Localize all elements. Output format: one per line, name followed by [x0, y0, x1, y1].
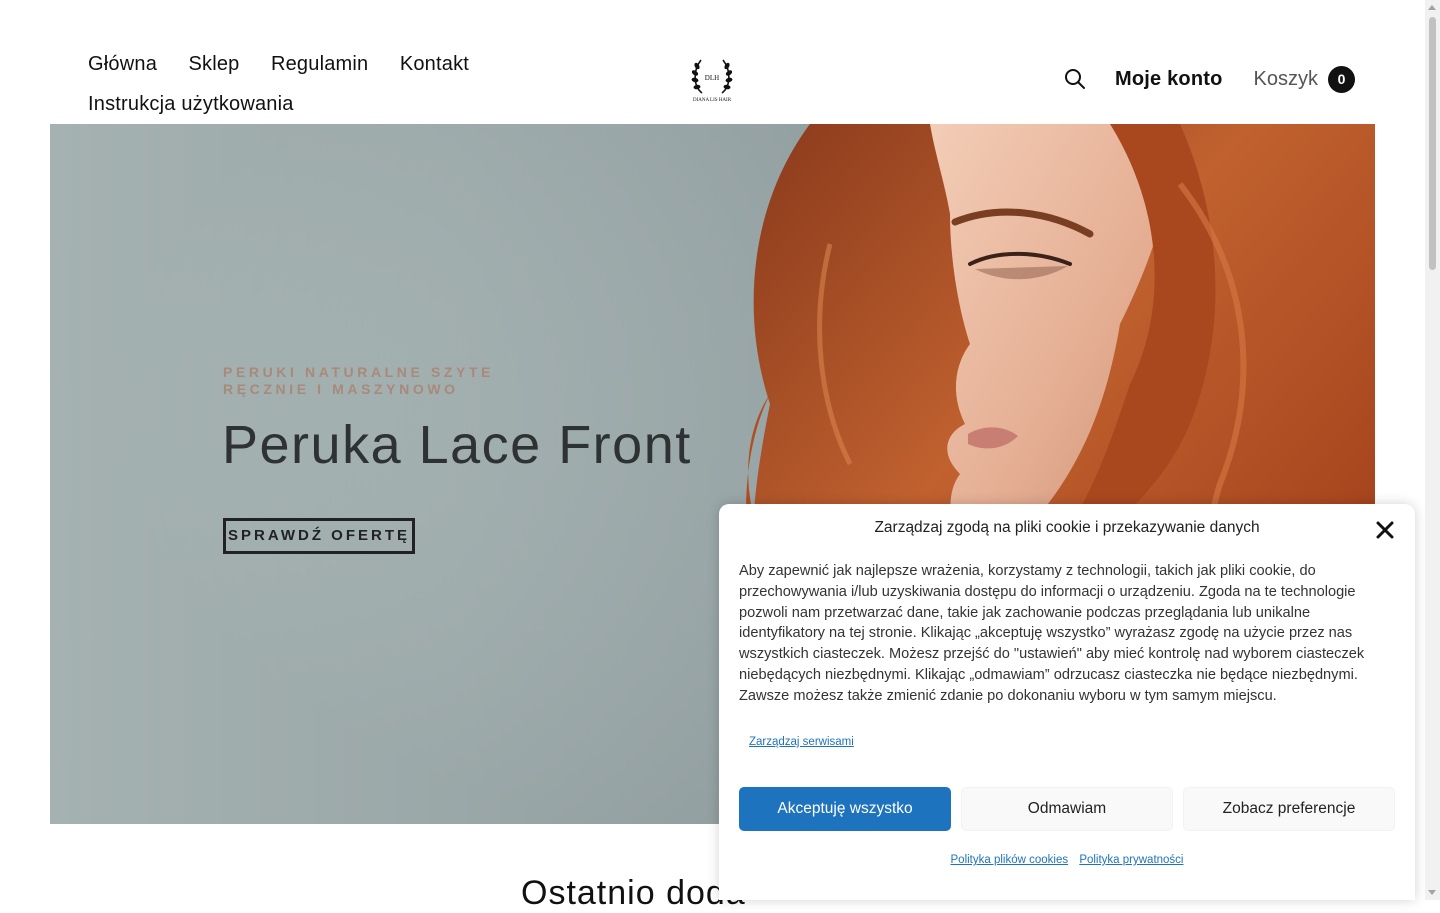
main-nav: Główna Sklep Regulamin Kontakt Instrukcj…	[88, 44, 508, 124]
scroll-up-arrow-icon[interactable]	[1428, 5, 1436, 10]
nav-item-glowna[interactable]: Główna	[88, 44, 157, 84]
hero-kicker: PERUKI NATURALNE SZYTE RĘCZNIE I MASZYNO…	[223, 364, 495, 397]
site-logo[interactable]: DLH DIANA LIS HAIR	[689, 56, 735, 104]
recent-products-heading: Ostatnio doda	[521, 874, 746, 912]
cookie-policy-link[interactable]: Polityka plików cookies	[951, 854, 1069, 866]
my-account-link[interactable]: Moje konto	[1115, 68, 1223, 91]
cookie-dialog-title: Zarządzaj zgodą na pliki cookie i przeka…	[874, 519, 1260, 536]
scrollbar-thumb[interactable]	[1429, 17, 1436, 270]
cookie-dialog-body: Aby zapewnić jak najlepsze wrażenia, kor…	[739, 563, 1365, 704]
check-offer-button[interactable]: SPRAWDŹ OFERTĘ	[223, 518, 416, 554]
scroll-down-arrow-icon[interactable]	[1428, 890, 1436, 895]
deny-button[interactable]: Odmawiam	[961, 787, 1173, 831]
close-icon[interactable]	[1376, 521, 1394, 539]
nav-item-instrukcja[interactable]: Instrukcja użytkowania	[88, 84, 294, 124]
manage-services-link[interactable]: Zarządzaj serwisami	[749, 736, 854, 748]
header-actions: Moje konto Koszyk 0	[1064, 62, 1356, 96]
privacy-policy-link[interactable]: Polityka prywatności	[1079, 854, 1183, 866]
accept-all-button[interactable]: Akceptuję wszystko	[739, 787, 951, 831]
hero-title: Peruka Lace Front	[222, 415, 692, 475]
view-preferences-button[interactable]: Zobacz preferencje	[1183, 787, 1395, 831]
svg-text:DLH: DLH	[705, 74, 719, 82]
cart-link[interactable]: Koszyk	[1254, 68, 1318, 91]
laurel-logo-icon: DLH DIANA LIS HAIR	[691, 59, 733, 103]
cookie-policy-links: Polityka plików cookies Polityka prywatn…	[719, 854, 1415, 866]
svg-text:DIANA LIS HAIR: DIANA LIS HAIR	[693, 98, 732, 103]
cookie-consent-dialog: Zarządzaj zgodą na pliki cookie i przeka…	[719, 504, 1415, 900]
nav-item-kontakt[interactable]: Kontakt	[400, 44, 469, 84]
nav-item-regulamin[interactable]: Regulamin	[271, 44, 368, 84]
search-icon[interactable]	[1064, 68, 1086, 90]
nav-item-sklep[interactable]: Sklep	[188, 44, 239, 84]
cart-count-badge[interactable]: 0	[1328, 65, 1356, 93]
page-scrollbar[interactable]	[1425, 0, 1440, 900]
